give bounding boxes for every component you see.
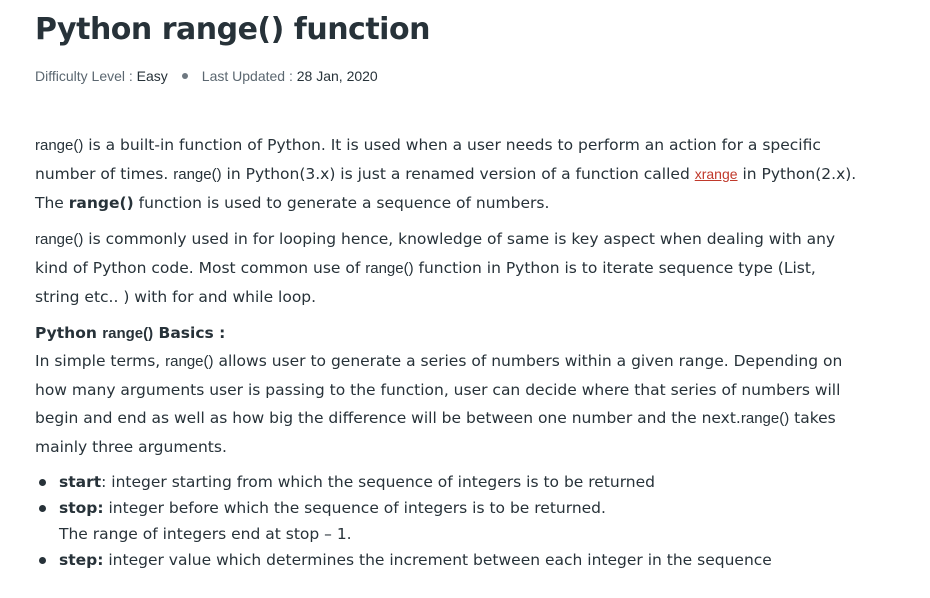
arg-desc: integer value which determines the incre… [103, 551, 772, 569]
heading-text: Basics : [153, 324, 226, 342]
arg-note: The range of integers end at stop – 1. [59, 525, 352, 543]
xrange-link[interactable]: xrange [695, 166, 738, 182]
inline-code: range() [35, 231, 84, 248]
arg-name: start [59, 473, 102, 491]
basics-paragraph: In simple terms, range() allows user to … [35, 347, 865, 459]
difficulty-value: Easy [136, 68, 168, 84]
basics-heading: Python range() Basics : [35, 319, 865, 347]
updated-label: Last Updated : [201, 68, 297, 84]
arguments-list: start: integer starting from which the s… [35, 469, 865, 573]
article-meta: Difficulty Level : Easy Last Updated : 28… [35, 68, 378, 84]
paragraph-text: function is used to generate a sequence … [133, 194, 550, 212]
usage-paragraph: range() is commonly used in for looping … [35, 225, 865, 309]
arg-name: step: [59, 551, 104, 569]
intro-paragraph: range() is a built-in function of Python… [35, 131, 865, 215]
paragraph-text: In simple terms, [35, 352, 166, 370]
inline-code: range() [165, 353, 214, 370]
separator-dot [181, 73, 188, 80]
list-item: step: integer value which determines the… [39, 547, 865, 573]
arg-desc: integer before which the sequence of int… [103, 499, 606, 517]
updated-value: 28 Jan, 2020 [296, 68, 378, 84]
difficulty-label: Difficulty Level : [35, 68, 137, 84]
inline-code: range() [173, 166, 222, 183]
paragraph-text: in Python(3.x) is just a renamed version… [221, 165, 695, 183]
page-title: Python range() function [35, 12, 430, 47]
list-item: stop: integer before which the sequence … [39, 495, 865, 547]
inline-code: range() [35, 137, 84, 154]
bold-code: range() [68, 194, 134, 212]
bullet-icon [39, 479, 46, 486]
inline-code: range() [365, 260, 414, 277]
article-content: range() is a built-in function of Python… [35, 131, 865, 573]
bullet-icon [39, 505, 46, 512]
inline-code: range() [102, 325, 154, 342]
inline-code: range() [740, 410, 790, 427]
heading-text: Python [35, 324, 103, 342]
arg-name: stop: [59, 499, 104, 517]
bullet-icon [39, 557, 46, 564]
list-item: start: integer starting from which the s… [39, 469, 865, 495]
arg-desc: : integer starting from which the sequen… [101, 473, 656, 491]
